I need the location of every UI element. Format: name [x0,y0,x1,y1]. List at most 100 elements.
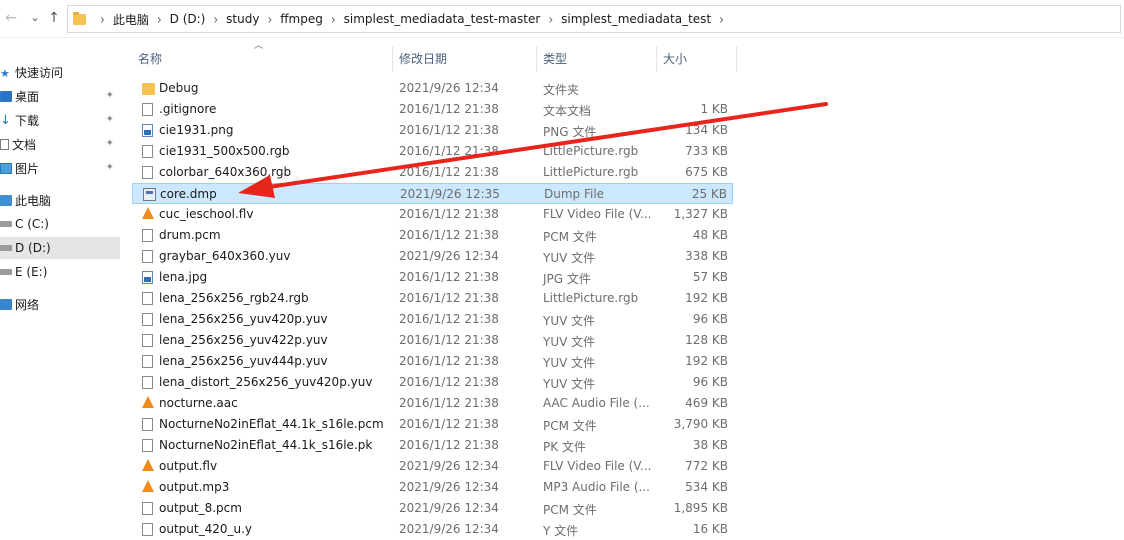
sidebar-item-drive-e[interactable]: E (E:) [0,261,120,283]
file-type: 文本文档 [543,104,592,118]
sidebar-item-desktop[interactable]: 桌面 ✦ [0,85,120,107]
file-icon [142,355,153,368]
pin-icon: ✦ [105,162,114,173]
file-row[interactable]: NocturneNo2inEflat_44.1k_s16le.pk 2016/1/… [132,435,733,456]
file-row[interactable]: cie1931_500x500.rgb 2016/1/12 21:38 Little… [132,141,733,162]
breadcrumb-master[interactable]: simplest_mediadata_test-master [344,12,541,26]
chevron-right-icon[interactable]: › [259,11,280,28]
breadcrumb-study[interactable]: study [226,12,259,26]
file-type: PCM 文件 [543,419,597,433]
file-name: cie1931.png [159,123,234,137]
sidebar-item-quick-access[interactable]: ★ 快速访问 [0,61,120,83]
drive-icon [0,269,12,275]
sidebar-item-drive-d[interactable]: D (D:) [0,237,120,259]
file-name: cuc_ieschool.flv [159,207,254,221]
sidebar-item-label: 此电脑 [15,193,52,208]
sidebar-item-label: D (D:) [15,241,51,255]
file-modified-date: 2016/1/12 21:38 [399,438,499,452]
file-modified-date: 2016/1/12 21:38 [399,165,499,179]
file-row[interactable]: drum.pcm 2016/1/12 21:38 PCM 文件 48 KB [132,225,733,246]
file-modified-date: 2016/1/12 21:38 [399,102,499,116]
file-modified-date: 2016/1/12 21:38 [399,291,499,305]
chevron-right-icon[interactable]: › [92,11,113,28]
sidebar-item-label: 桌面 [15,89,40,104]
file-row[interactable]: output_8.pcm 2021/9/26 12:34 PCM 文件 1,895 K… [132,498,733,519]
column-header-size[interactable]: 大小 [663,43,733,74]
breadcrumb-drive-d[interactable]: D (D:) [170,12,206,26]
file-row[interactable]: cie1931.png 2016/1/12 21:38 PNG 文件 134 KB [132,120,733,141]
chevron-right-icon[interactable]: › [540,11,561,28]
file-row[interactable]: output.flv 2021/9/26 12:34 FLV Video File … [132,456,733,477]
file-name: output.flv [159,459,218,473]
sidebar-item-downloads[interactable]: ↓ 下载 ✦ [0,109,120,131]
column-divider[interactable] [736,46,737,72]
file-size: 134 KB [685,123,728,137]
file-row[interactable]: .gitignore 2016/1/12 21:38 文本文档 1 KB [132,99,733,120]
file-size: 534 KB [685,480,728,494]
file-row[interactable]: NocturneNo2inEflat_44.1k_s16le.pcm 2016/1… [132,414,733,435]
file-type: MP3 Audio File (... [543,480,650,494]
sidebar-item-pictures[interactable]: 图片 ✦ [0,157,120,179]
column-header-name[interactable]: 名称 [138,43,392,74]
file-icon [142,523,153,536]
column-divider[interactable] [536,46,537,72]
file-row[interactable]: cuc_ieschool.flv 2016/1/12 21:38 FLV Video… [132,204,733,225]
file-icon [142,166,153,179]
file-row[interactable]: output.mp3 2021/9/26 12:34 MP3 Audio File … [132,477,733,498]
vlc-media-icon [142,207,154,219]
chevron-right-icon[interactable]: › [711,11,732,28]
file-list: ︿ 名称 修改日期 类型 大小 Debug 2021/9/26 12:34 文件夹.… [120,38,1124,540]
column-divider[interactable] [656,46,657,72]
file-size: 16 KB [692,522,728,536]
address-bar[interactable]: › 此电脑 › D (D:) › study › ffmpeg › simple… [67,5,1121,33]
file-modified-date: 2016/1/12 21:38 [399,354,499,368]
sidebar-item-network[interactable]: 网络 [0,293,120,315]
file-name: lena_distort_256x256_yuv420p.yuv [159,375,373,389]
file-name: lena_256x256_yuv422p.yuv [159,333,328,347]
file-row[interactable]: lena_256x256_yuv420p.yuv 2016/1/12 21:38 Y… [132,309,733,330]
sidebar-item-documents[interactable]: 文档 ✦ [0,133,120,155]
file-name: output_8.pcm [159,501,242,515]
file-type: LittlePicture.rgb [543,165,639,179]
breadcrumb-ffmpeg[interactable]: ffmpeg [280,12,323,26]
chevron-right-icon[interactable]: › [149,11,170,28]
recent-locations-button[interactable]: ⌄ [26,9,44,27]
file-row[interactable]: output_420_u.y 2021/9/26 12:34 Y 文件 16 KB [132,519,733,540]
sidebar-item-this-pc[interactable]: 此电脑 [0,189,120,211]
file-row[interactable]: core.dmp 2021/9/26 12:35 Dump File 25 KB [132,183,733,204]
file-type: YUV 文件 [543,314,596,328]
sidebar-item-drive-c[interactable]: C (C:) [0,213,120,235]
file-modified-date: 2021/9/26 12:34 [399,480,499,494]
navigation-pane: ★ 快速访问 桌面 ✦ ↓ 下载 ✦ 文档 ✦ 图片 ✦ 此电脑 C (C:) … [0,38,120,540]
breadcrumb-this-pc[interactable]: 此电脑 [113,11,149,28]
sidebar-item-label: E (E:) [15,265,48,279]
file-modified-date: 2016/1/12 21:38 [399,228,499,242]
drive-icon [0,245,12,251]
file-type: YUV 文件 [543,251,596,265]
sidebar-item-label: 图片 [15,161,40,176]
file-row[interactable]: lena_256x256_rgb24.rgb 2016/1/12 21:38 Lit… [132,288,733,309]
back-button[interactable]: ← [2,9,20,27]
file-type: PCM 文件 [543,230,597,244]
up-button[interactable]: ↑ [45,9,63,27]
sidebar-item-label: 网络 [15,297,40,312]
file-row[interactable]: Debug 2021/9/26 12:34 文件夹 [132,78,733,99]
file-row[interactable]: lena_256x256_yuv422p.yuv 2016/1/12 21:38 Y… [132,330,733,351]
chevron-right-icon[interactable]: › [205,11,226,28]
file-modified-date: 2016/1/12 21:38 [399,375,499,389]
column-divider[interactable] [392,46,393,72]
image-file-icon [142,271,153,284]
file-row[interactable]: lena.jpg 2016/1/12 21:38 JPG 文件 57 KB [132,267,733,288]
file-row[interactable]: lena_distort_256x256_yuv420p.yuv 2016/1/1… [132,372,733,393]
drive-icon [0,221,12,227]
file-modified-date: 2016/1/12 21:38 [399,312,499,326]
file-row[interactable]: colorbar_640x360.rgb 2016/1/12 21:38 Littl… [132,162,733,183]
chevron-right-icon[interactable]: › [323,11,344,28]
file-row[interactable]: nocturne.aac 2016/1/12 21:38 AAC Audio Fil… [132,393,733,414]
file-row[interactable]: graybar_640x360.yuv 2021/9/26 12:34 YUV 文件… [132,246,733,267]
column-header-date[interactable]: 修改日期 [399,43,536,74]
breadcrumb-current[interactable]: simplest_mediadata_test [561,12,711,26]
column-header-type[interactable]: 类型 [543,43,656,74]
file-row[interactable]: lena_256x256_yuv444p.yuv 2016/1/12 21:38 Y… [132,351,733,372]
file-modified-date: 2016/1/12 21:38 [399,144,499,158]
